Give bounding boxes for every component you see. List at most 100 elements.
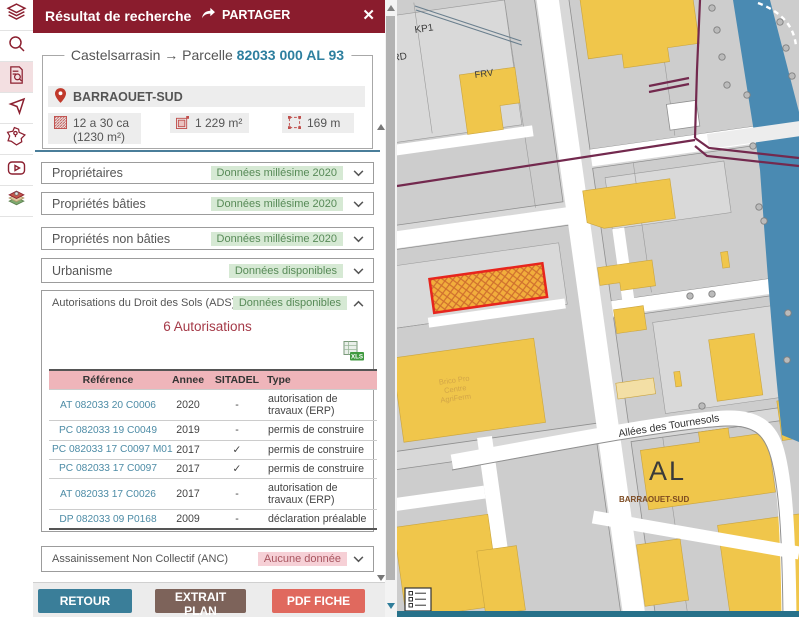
scrollbar-thumb[interactable] (386, 16, 395, 580)
chevron-down-icon (353, 164, 364, 182)
close-icon[interactable]: ✕ (362, 6, 375, 24)
map-canvas[interactable]: Brico Pro Centre AgriFerm KP1 RD FRV All… (397, 0, 799, 617)
lieu-dit-label: BARRAOUET-SUD (73, 89, 183, 104)
area-square-icon (176, 116, 189, 132)
cursor-arrow-icon (7, 96, 27, 121)
section-label: Propriétés bâties (52, 196, 146, 211)
table-header-row: Référence Annee SITADEL Type (49, 370, 377, 390)
status-badge: Aucune donnée (257, 552, 347, 566)
toolbar-item-video-tutorials[interactable] (0, 155, 33, 186)
reference-link[interactable]: AT 082033 20 C0006 (49, 388, 167, 421)
export-xls-button[interactable]: XLS (343, 341, 364, 366)
france-map-icon (6, 126, 27, 152)
layers-icon (6, 2, 27, 28)
map-lieu-dit-label: BARRAOUET-SUD (619, 495, 689, 504)
table-row: PC 082033 17 C0097 M01 2017 ✓ permis de … (49, 439, 377, 460)
svg-text:XLS: XLS (351, 354, 363, 361)
section-anc[interactable]: Assainissement Non Collectif (ANC) Aucun… (41, 546, 374, 572)
perimeter-value: 169 m (307, 116, 341, 130)
section-label: Assainissement Non Collectif (ANC) (52, 553, 229, 565)
col-annee: Annee (167, 370, 209, 390)
section-label: Urbanisme (52, 263, 113, 278)
status-badge: Données millésime 2020 (210, 166, 343, 180)
retour-button[interactable]: RETOUR (38, 589, 132, 613)
chevron-down-icon (353, 195, 364, 213)
extrait-plan-button[interactable]: EXTRAIT PLAN (155, 589, 246, 617)
col-reference: Référence (49, 370, 167, 390)
chevron-down-icon (353, 262, 364, 280)
map-legend-button[interactable] (404, 587, 432, 612)
table-row: AT 082033 20 C0006 2020 - autorisation d… (49, 388, 377, 421)
toolbar-item-measure-arrow[interactable] (0, 93, 33, 124)
status-badge: Données disponibles (232, 296, 347, 310)
toolbar-item-search[interactable] (0, 31, 33, 62)
search-icon (7, 34, 27, 59)
video-play-icon (6, 158, 27, 183)
status-badge: Données millésime 2020 (210, 231, 343, 246)
reference-link[interactable]: DP 082033 09 P0168 (49, 509, 167, 530)
app-window: Résultat de recherche PARTAGER ✕ Castels… (0, 0, 799, 617)
panel-title: Résultat de recherche (45, 8, 192, 24)
hatched-square-icon (54, 116, 67, 132)
surface-geo-value: 1 229 m² (195, 116, 243, 130)
perimeter-square-icon (288, 116, 301, 132)
scroll-down-icon[interactable] (387, 603, 395, 609)
scroll-up-icon[interactable] (387, 5, 395, 11)
map-bottom-strip (397, 611, 799, 617)
share-button[interactable]: PARTAGER (201, 7, 290, 22)
file-search-icon (7, 65, 26, 90)
action-bar: RETOUR EXTRAIT PLAN PDF FICHE (33, 582, 385, 617)
reference-link[interactable]: AT 082033 17 C0026 (49, 477, 167, 510)
surface-cadastrale-chip: 12 a 30 ca (1230 m²) (48, 113, 141, 144)
cadastral-section-label: AL (649, 456, 686, 486)
reference-link[interactable]: PC 082033 19 C0049 (49, 420, 167, 441)
table-row: PC 082033 17 C0097 2017 ✓ permis de cons… (49, 458, 377, 479)
table-row: DP 082033 09 P0168 2009 - déclaration pr… (49, 509, 377, 530)
toolbar-rail (0, 0, 34, 617)
parcel-breadcrumb: Castelsarrasin → Parcelle 82033 000 AL 9… (63, 47, 352, 63)
section-divider (35, 150, 380, 152)
results-panel: Résultat de recherche PARTAGER ✕ Castels… (33, 0, 385, 617)
breadcrumb-arrow: → (164, 47, 179, 63)
authorizations-count: 6 Autorisations (163, 319, 252, 334)
section-ads-header[interactable]: Autorisations du Droit des Sols (ADS) Do… (42, 291, 373, 315)
status-badge: Données millésime 2020 (210, 196, 343, 211)
section-label: Propriétaires (52, 166, 123, 180)
share-label: PARTAGER (222, 7, 291, 22)
chevron-up-icon (353, 294, 364, 312)
surface-cadastrale-value: 12 a 30 ca (1230 m²) (73, 116, 130, 144)
toolbar-item-france-locate[interactable] (0, 124, 33, 155)
table-row: PC 082033 19 C0049 2019 - permis de cons… (49, 420, 377, 441)
section-label: Propriétés non bâties (52, 231, 171, 246)
toolbar-item-layers[interactable] (0, 0, 33, 31)
reference-link[interactable]: PC 082033 17 C0097 (49, 458, 167, 479)
chevron-down-icon (353, 550, 364, 568)
section-urbanisme[interactable]: Urbanisme Données disponibles (41, 258, 374, 283)
panel-scroll-up-icon[interactable] (377, 124, 385, 130)
pdf-fiche-button[interactable]: PDF FICHE (272, 589, 365, 613)
map-label-rd: RD (397, 51, 408, 64)
section-proprietes-non-baties[interactable]: Propriétés non bâties Données millésime … (41, 227, 374, 250)
toolbar-item-parcel-report[interactable] (0, 62, 33, 93)
section-proprietes-baties[interactable]: Propriétés bâties Données millésime 2020 (41, 192, 374, 215)
section-proprietaires[interactable]: Propriétaires Données millésime 2020 (41, 162, 374, 184)
parcelle-label: Parcelle (182, 47, 233, 63)
ads-table: Référence Annee SITADEL Type AT 082033 2… (49, 369, 377, 531)
location-pin-icon (55, 87, 66, 106)
panel-header: Résultat de recherche PARTAGER ✕ (33, 0, 385, 33)
section-label: Autorisations du Droit des Sols (ADS) (52, 297, 236, 309)
colored-layers-icon (6, 188, 27, 214)
reference-link[interactable]: PC 082033 17 C0097 M01 (49, 439, 173, 460)
section-ads: Autorisations du Droit des Sols (ADS) Do… (41, 290, 377, 532)
col-type: Type (265, 370, 377, 390)
toolbar-item-thematic-layers[interactable] (0, 186, 33, 217)
perimeter-chip: 169 m (282, 113, 354, 133)
chevron-down-icon (353, 230, 364, 248)
parcelle-id: 82033 000 AL 93 (236, 47, 345, 63)
panel-scroll-down-icon[interactable] (377, 575, 385, 581)
page-scrollbar[interactable] (385, 0, 397, 617)
commune-name: Castelsarrasin (70, 47, 161, 63)
lieu-dit-pill: BARRAOUET-SUD (48, 86, 365, 107)
table-row: AT 082033 17 C0026 2017 - autorisation d… (49, 477, 377, 510)
share-icon (201, 7, 216, 22)
